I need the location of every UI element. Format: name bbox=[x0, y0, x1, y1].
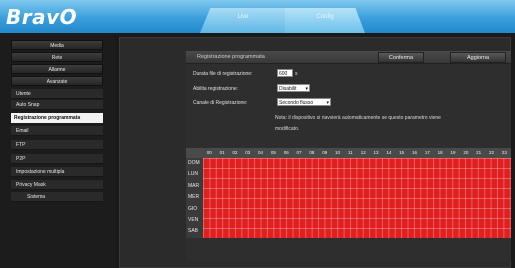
enable-select[interactable]: Disabilit bbox=[277, 84, 310, 93]
schedule-grid[interactable] bbox=[203, 158, 511, 238]
duration-label: Durata file di registrazione: bbox=[193, 71, 253, 77]
schedule-hour-08[interactable]: 08 bbox=[306, 149, 319, 157]
sidebar-item-utente[interactable]: Utente bbox=[11, 89, 103, 99]
sidebar-item-p2p[interactable]: P2P bbox=[11, 154, 103, 164]
schedule-hour-15[interactable]: 15 bbox=[395, 149, 408, 157]
schedule-hour-10[interactable]: 10 bbox=[331, 149, 344, 157]
schedule-hour-21[interactable]: 21 bbox=[472, 149, 485, 157]
schedule-hour-20[interactable]: 20 bbox=[460, 149, 473, 157]
schedule-hour-17[interactable]: 17 bbox=[421, 149, 434, 157]
sidebar-item-auto-snap[interactable]: Auto Snap bbox=[11, 100, 103, 110]
schedule-hour-11[interactable]: 11 bbox=[344, 149, 357, 157]
sidebar-item-impostazione-multipla[interactable]: Impostazione multipla bbox=[11, 167, 103, 177]
duration-unit: s bbox=[295, 71, 298, 77]
schedule-hour-18[interactable]: 18 bbox=[434, 149, 447, 157]
sidebar-item-media[interactable]: Media bbox=[11, 40, 103, 50]
schedule-hour-16[interactable]: 16 bbox=[408, 149, 421, 157]
schedule-hour-02[interactable]: 02 bbox=[229, 149, 242, 157]
sidebar-item-avanzate[interactable]: Avanzate bbox=[11, 76, 103, 86]
duration-field[interactable]: 600 bbox=[277, 69, 293, 77]
note-line-1: Nota: il dispositivo si riavvierà automa… bbox=[275, 115, 441, 121]
panel-title: Registrazione programmata bbox=[197, 54, 265, 60]
brand-logo: BravO bbox=[6, 5, 78, 29]
schedule-hour-00[interactable]: 00 bbox=[203, 149, 216, 157]
schedule-hour-09[interactable]: 09 bbox=[318, 149, 331, 157]
schedule-day-mar[interactable]: MAR bbox=[188, 181, 202, 191]
schedule-hour-01[interactable]: 01 bbox=[216, 149, 229, 157]
sidebar-item-sistema[interactable]: Sistema bbox=[11, 192, 103, 202]
schedule-day-ven[interactable]: VEN bbox=[188, 215, 202, 225]
schedule-day-sab[interactable]: SAB bbox=[188, 226, 202, 236]
channel-label: Canale di Registrazione: bbox=[193, 100, 248, 106]
tab-live[interactable]: Live bbox=[200, 8, 286, 33]
sidebar-item-allarme[interactable]: Allarme bbox=[11, 64, 103, 74]
schedule-hour-14[interactable]: 14 bbox=[383, 149, 396, 157]
sidebar-item-registrazione-programmata[interactable]: Registrazione programmata bbox=[11, 113, 103, 123]
update-button[interactable]: Aggiorna bbox=[450, 52, 506, 63]
enable-label: Abilita registrazione: bbox=[193, 86, 239, 92]
confirm-button[interactable]: Conferma bbox=[378, 52, 424, 63]
sidebar-item-privacy-mask[interactable]: Privacy Mask bbox=[11, 180, 103, 190]
note-line-2: modificato. bbox=[275, 126, 300, 132]
schedule-day-dom[interactable]: DOM bbox=[188, 158, 202, 168]
schedule-day-gio[interactable]: GIO bbox=[188, 204, 202, 214]
schedule-hour-22[interactable]: 22 bbox=[485, 149, 498, 157]
sidebar-item-rete[interactable]: Rete bbox=[11, 52, 103, 62]
sidebar-item-email[interactable]: Email bbox=[11, 126, 103, 136]
schedule-hour-03[interactable]: 03 bbox=[241, 149, 254, 157]
tab-config[interactable]: Config bbox=[285, 8, 365, 33]
schedule-day-mer[interactable]: MER bbox=[188, 192, 202, 202]
schedule-day-lun[interactable]: LUN bbox=[188, 169, 202, 179]
schedule-hour-06[interactable]: 06 bbox=[280, 149, 293, 157]
channel-select[interactable]: Secondo flusso bbox=[277, 98, 331, 107]
schedule-hour-05[interactable]: 05 bbox=[267, 149, 280, 157]
schedule-hour-19[interactable]: 19 bbox=[447, 149, 460, 157]
schedule-hour-04[interactable]: 04 bbox=[254, 149, 267, 157]
sidebar-item-ftp[interactable]: FTP bbox=[11, 140, 103, 150]
schedule-hour-07[interactable]: 07 bbox=[293, 149, 306, 157]
schedule-hour-13[interactable]: 13 bbox=[370, 149, 383, 157]
schedule-hour-12[interactable]: 12 bbox=[357, 149, 370, 157]
top-header: BravO Live Config bbox=[0, 0, 515, 33]
schedule-hour-23[interactable]: 23 bbox=[498, 149, 511, 157]
